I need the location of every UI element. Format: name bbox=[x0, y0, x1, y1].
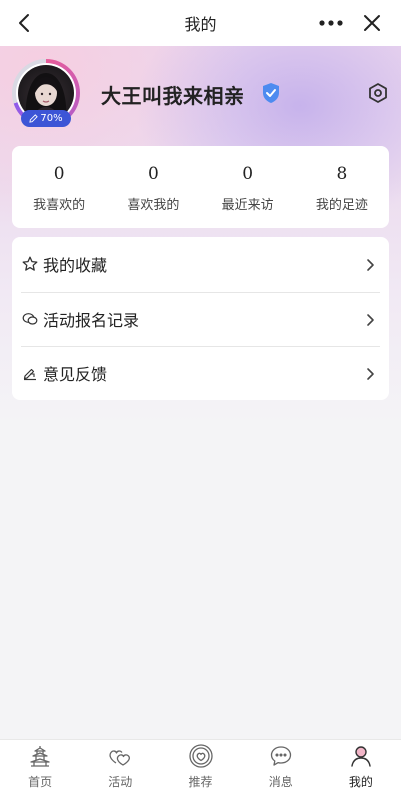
stats-card: 0 我喜欢的 0 喜欢我的 0 最近来访 8 我的足迹 bbox=[12, 146, 389, 228]
page-title: 我的 bbox=[184, 15, 217, 34]
tab-label: 我的 bbox=[348, 775, 373, 789]
settings-hexagon-icon[interactable] bbox=[367, 82, 389, 104]
tab-mine[interactable]: 我的 bbox=[321, 740, 401, 809]
menu-item-label: 意见反馈 bbox=[43, 365, 108, 385]
tab-label: 活动 bbox=[108, 775, 133, 789]
chat-bubbles-icon bbox=[21, 310, 39, 328]
stat-label: 我喜欢的 bbox=[33, 197, 86, 213]
star-outline-icon bbox=[21, 255, 39, 273]
menu-item-label: 活动报名记录 bbox=[43, 310, 140, 330]
close-icon[interactable] bbox=[361, 12, 383, 34]
top-nav-bar: 我的 bbox=[0, 0, 401, 46]
stat-value: 0 bbox=[53, 163, 65, 184]
stat-value: 8 bbox=[336, 163, 348, 184]
stat-label: 最近来访 bbox=[221, 197, 274, 213]
tab-label: 首页 bbox=[28, 775, 53, 789]
hearts-icon bbox=[107, 743, 133, 769]
tab-label: 消息 bbox=[268, 775, 293, 789]
tab-recommend[interactable]: 推荐 bbox=[160, 740, 240, 809]
username: 大王叫我来相亲 bbox=[101, 84, 245, 108]
more-dots-icon[interactable] bbox=[319, 13, 343, 33]
stat-i-like[interactable]: 0 我喜欢的 bbox=[12, 146, 106, 228]
menu-item-activity-records[interactable]: 活动报名记录 bbox=[12, 291, 389, 347]
stat-value: 0 bbox=[147, 163, 159, 184]
stat-likes-me[interactable]: 0 喜欢我的 bbox=[106, 146, 200, 228]
chevron-right-icon bbox=[365, 257, 375, 271]
person-icon bbox=[348, 743, 374, 769]
tab-home[interactable]: 首页 bbox=[0, 740, 80, 809]
stat-footprints[interactable]: 8 我的足迹 bbox=[295, 146, 389, 228]
message-bubble-icon bbox=[268, 743, 294, 769]
bottom-tab-bar: 首页 活动 推荐 消息 我的 bbox=[0, 739, 401, 809]
heart-circle-icon bbox=[188, 743, 214, 769]
stat-recent-visitors[interactable]: 0 最近来访 bbox=[201, 146, 295, 228]
pencil-icon bbox=[29, 114, 39, 123]
tab-activities[interactable]: 活动 bbox=[80, 740, 160, 809]
verified-shield-icon bbox=[261, 82, 281, 104]
chevron-right-icon bbox=[365, 366, 375, 380]
stat-label: 喜欢我的 bbox=[127, 197, 180, 213]
stat-label: 我的足迹 bbox=[315, 197, 368, 213]
menu-item-feedback[interactable]: 意见反馈 bbox=[12, 346, 389, 401]
chevron-right-icon bbox=[365, 312, 375, 326]
chevron-left-icon[interactable] bbox=[14, 11, 34, 35]
menu-item-label: 我的收藏 bbox=[43, 256, 108, 276]
profile-completion-badge[interactable]: 70% bbox=[21, 110, 71, 127]
completion-percent: 70% bbox=[40, 113, 63, 124]
stat-value: 0 bbox=[242, 163, 254, 184]
tab-messages[interactable]: 消息 bbox=[241, 740, 321, 809]
feedback-pen-icon bbox=[21, 364, 39, 382]
pagoda-icon bbox=[27, 743, 53, 769]
menu-card: 我的收藏 活动报名记录 意见反馈 bbox=[12, 237, 389, 400]
tab-label: 推荐 bbox=[188, 775, 213, 789]
menu-item-favorites[interactable]: 我的收藏 bbox=[12, 237, 389, 292]
